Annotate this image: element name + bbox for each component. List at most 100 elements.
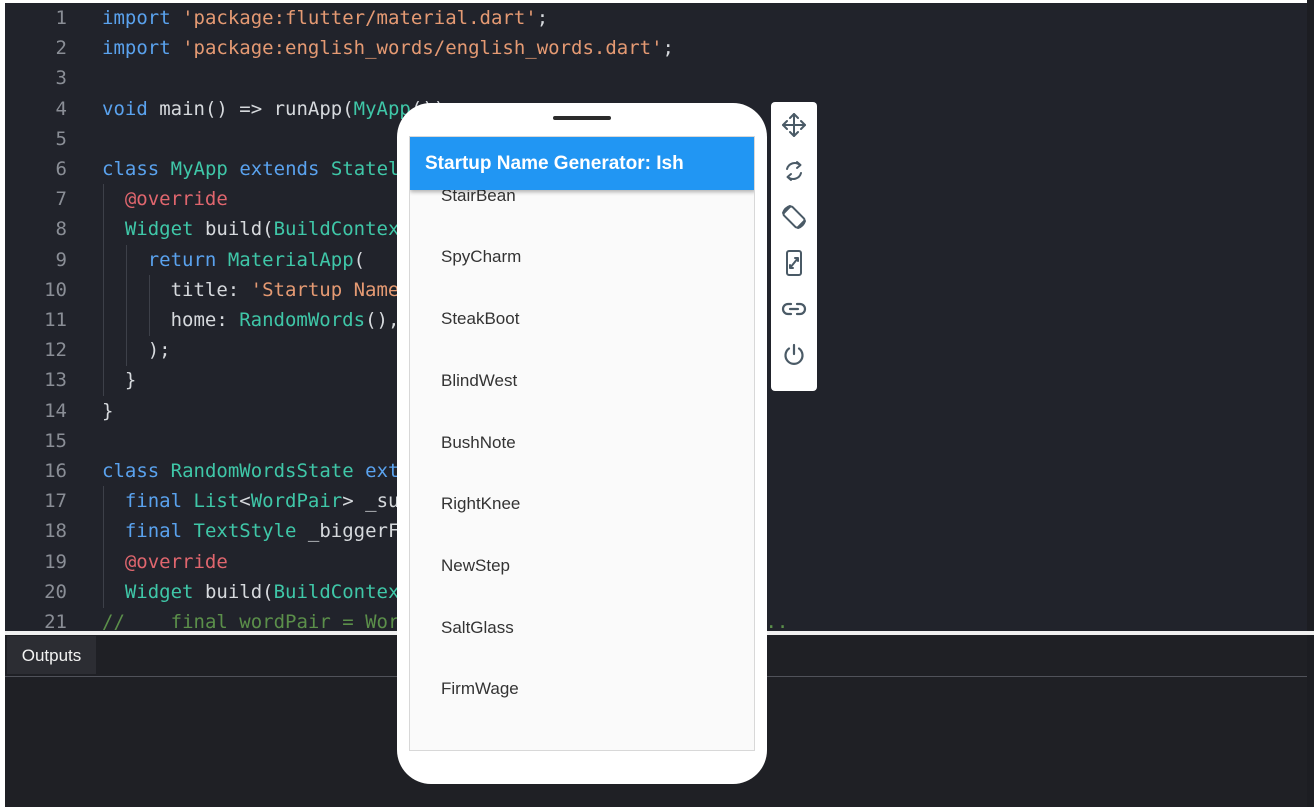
line-number: 20 <box>44 580 67 603</box>
line-number: 9 <box>55 248 67 271</box>
code-token: RandomWords <box>239 309 366 331</box>
code-token: build( <box>193 218 274 241</box>
code-line[interactable]: 1 import 'package:flutter/material.dart'; <box>5 3 1307 33</box>
word-list-item[interactable]: SaltGlass <box>441 618 514 638</box>
indent-guide <box>103 516 104 548</box>
code-token: TextStyle <box>193 520 297 543</box>
app-bar-title: Startup Name Generator: Ish <box>425 153 684 174</box>
indent-guide <box>103 184 104 216</box>
line-number: 10 <box>44 278 67 301</box>
device-screen[interactable]: Startup Name Generator: Ish DamnFunStair… <box>409 136 755 751</box>
device-preview-frame: Startup Name Generator: Ish DamnFunStair… <box>397 103 767 784</box>
word-list-item[interactable]: BushNote <box>441 433 516 453</box>
word-list-item[interactable]: SteakBoot <box>441 309 519 329</box>
code-token: ; <box>536 7 549 29</box>
indent-guide <box>103 274 104 306</box>
indent-guide <box>125 335 127 367</box>
line-number: 18 <box>44 520 67 543</box>
rotate-device-button[interactable] <box>779 202 809 232</box>
outputs-tab[interactable]: Outputs <box>7 636 96 674</box>
reload-button[interactable] <box>779 156 809 186</box>
device-toolbar <box>771 102 817 391</box>
code-token: import <box>102 37 171 60</box>
indent-guide <box>103 305 104 336</box>
line-number: 4 <box>55 97 67 120</box>
code-token: @override <box>124 550 228 573</box>
link-icon <box>781 302 807 316</box>
code-token: title: <box>170 278 251 301</box>
word-list-item[interactable]: SpyCharm <box>441 247 521 267</box>
code-token: (), <box>365 309 400 331</box>
code-text: @override <box>125 547 228 577</box>
code-token: class <box>102 460 160 482</box>
code-token: final <box>124 490 183 513</box>
code-token: } <box>124 369 137 392</box>
code-token: < <box>239 490 251 513</box>
code-line[interactable]: 3 <box>5 63 1307 93</box>
rotate-icon <box>782 205 806 229</box>
line-number: 16 <box>44 460 67 482</box>
code-token: ); <box>147 339 171 362</box>
editor-scrollbar[interactable] <box>1307 0 1314 807</box>
line-number: 1 <box>55 7 67 29</box>
code-token: ; <box>662 37 674 60</box>
resize-icon <box>786 250 802 276</box>
code-token: import <box>102 7 171 29</box>
power-icon <box>784 343 804 365</box>
code-token: MyApp <box>170 158 228 180</box>
line-number: 13 <box>44 369 67 392</box>
move-icon <box>782 113 806 137</box>
line-number: 7 <box>55 188 67 211</box>
share-link-button[interactable] <box>779 294 809 324</box>
code-token: @override <box>124 188 228 211</box>
code-token: BuildContext <box>273 218 411 241</box>
code-token: WordPair <box>250 490 343 513</box>
code-text: home: RandomWords(), <box>171 305 400 335</box>
code-text: import 'package:english_words/english_wo… <box>102 33 674 63</box>
indent-guide <box>103 486 104 518</box>
code-token: 'package:flutter/material.dart' <box>182 7 537 29</box>
code-token: List <box>193 490 240 513</box>
word-list-item[interactable]: RightKnee <box>441 494 520 514</box>
line-number: 12 <box>44 339 67 362</box>
code-token: home: <box>170 309 240 331</box>
code-token: main() => runApp( <box>147 97 354 120</box>
phone-speaker-notch <box>553 116 611 120</box>
word-list-item[interactable]: FirmWage <box>441 679 519 699</box>
power-button[interactable] <box>779 340 809 370</box>
word-list-item[interactable]: BlindWest <box>441 371 517 391</box>
line-number: 8 <box>55 218 67 241</box>
word-list-item[interactable]: NewStep <box>441 556 510 576</box>
code-token: BuildContext <box>273 580 411 603</box>
indent-guide <box>103 214 104 246</box>
code-token: extends <box>239 158 320 180</box>
line-number: 3 <box>55 67 67 90</box>
indent-guide <box>125 305 127 336</box>
code-token: MaterialApp <box>227 248 354 271</box>
code-token: ( <box>353 248 366 271</box>
code-text: } <box>125 365 136 395</box>
indent-guide <box>148 305 150 336</box>
line-number: 5 <box>55 127 67 150</box>
indent-guide <box>125 274 127 306</box>
resize-device-button[interactable] <box>779 248 809 278</box>
line-number: 6 <box>55 158 67 180</box>
move-device-button[interactable] <box>779 110 809 140</box>
indent-guide <box>103 335 104 367</box>
refresh-icon <box>786 161 802 181</box>
line-number: 19 <box>44 550 67 573</box>
code-token: MyApp <box>353 97 411 120</box>
code-token: return <box>147 248 217 271</box>
code-line[interactable]: 2 import 'package:english_words/english_w… <box>5 33 1307 63</box>
line-number: 2 <box>55 37 67 60</box>
indent-guide <box>103 546 104 578</box>
code-text: } <box>102 396 113 426</box>
code-token: RandomWordsState <box>170 460 354 482</box>
